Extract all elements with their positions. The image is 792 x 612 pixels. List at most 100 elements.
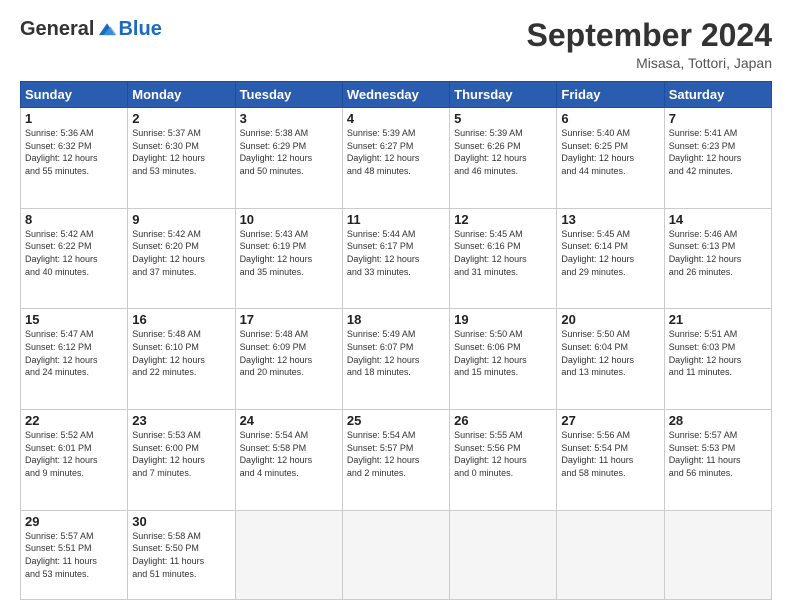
table-row: 25Sunrise: 5:54 AM Sunset: 5:57 PM Dayli…: [342, 410, 449, 511]
table-row: [664, 510, 771, 599]
table-row: 23Sunrise: 5:53 AM Sunset: 6:00 PM Dayli…: [128, 410, 235, 511]
day-number: 24: [240, 413, 338, 428]
day-info: Sunrise: 5:52 AM Sunset: 6:01 PM Dayligh…: [25, 429, 123, 479]
day-number: 26: [454, 413, 552, 428]
day-info: Sunrise: 5:40 AM Sunset: 6:25 PM Dayligh…: [561, 127, 659, 177]
table-row: 28Sunrise: 5:57 AM Sunset: 5:53 PM Dayli…: [664, 410, 771, 511]
table-row: 21Sunrise: 5:51 AM Sunset: 6:03 PM Dayli…: [664, 309, 771, 410]
day-info: Sunrise: 5:57 AM Sunset: 5:53 PM Dayligh…: [669, 429, 767, 479]
day-number: 4: [347, 111, 445, 126]
table-row: 14Sunrise: 5:46 AM Sunset: 6:13 PM Dayli…: [664, 208, 771, 309]
day-number: 30: [132, 514, 230, 529]
day-info: Sunrise: 5:38 AM Sunset: 6:29 PM Dayligh…: [240, 127, 338, 177]
calendar-header-row: Sunday Monday Tuesday Wednesday Thursday…: [21, 82, 772, 108]
table-row: 1Sunrise: 5:36 AM Sunset: 6:32 PM Daylig…: [21, 108, 128, 209]
day-info: Sunrise: 5:48 AM Sunset: 6:09 PM Dayligh…: [240, 328, 338, 378]
day-number: 13: [561, 212, 659, 227]
month-title: September 2024: [527, 18, 772, 53]
table-row: 2Sunrise: 5:37 AM Sunset: 6:30 PM Daylig…: [128, 108, 235, 209]
day-info: Sunrise: 5:43 AM Sunset: 6:19 PM Dayligh…: [240, 228, 338, 278]
logo-icon: [96, 19, 118, 41]
day-number: 27: [561, 413, 659, 428]
table-row: 26Sunrise: 5:55 AM Sunset: 5:56 PM Dayli…: [450, 410, 557, 511]
table-row: 11Sunrise: 5:44 AM Sunset: 6:17 PM Dayli…: [342, 208, 449, 309]
day-number: 16: [132, 312, 230, 327]
day-number: 23: [132, 413, 230, 428]
day-info: Sunrise: 5:41 AM Sunset: 6:23 PM Dayligh…: [669, 127, 767, 177]
day-info: Sunrise: 5:44 AM Sunset: 6:17 PM Dayligh…: [347, 228, 445, 278]
day-info: Sunrise: 5:58 AM Sunset: 5:50 PM Dayligh…: [132, 530, 230, 580]
day-number: 12: [454, 212, 552, 227]
day-info: Sunrise: 5:49 AM Sunset: 6:07 PM Dayligh…: [347, 328, 445, 378]
day-number: 17: [240, 312, 338, 327]
day-info: Sunrise: 5:45 AM Sunset: 6:14 PM Dayligh…: [561, 228, 659, 278]
logo: General Blue: [20, 18, 162, 41]
table-row: 15Sunrise: 5:47 AM Sunset: 6:12 PM Dayli…: [21, 309, 128, 410]
header: General Blue September 2024 Misasa, Tott…: [20, 18, 772, 71]
day-info: Sunrise: 5:54 AM Sunset: 5:57 PM Dayligh…: [347, 429, 445, 479]
table-row: 6Sunrise: 5:40 AM Sunset: 6:25 PM Daylig…: [557, 108, 664, 209]
table-row: 19Sunrise: 5:50 AM Sunset: 6:06 PM Dayli…: [450, 309, 557, 410]
table-row: 29Sunrise: 5:57 AM Sunset: 5:51 PM Dayli…: [21, 510, 128, 599]
col-monday: Monday: [128, 82, 235, 108]
day-info: Sunrise: 5:54 AM Sunset: 5:58 PM Dayligh…: [240, 429, 338, 479]
logo-general-text: General: [20, 18, 94, 41]
day-number: 22: [25, 413, 123, 428]
table-row: 4Sunrise: 5:39 AM Sunset: 6:27 PM Daylig…: [342, 108, 449, 209]
table-row: 30Sunrise: 5:58 AM Sunset: 5:50 PM Dayli…: [128, 510, 235, 599]
table-row: [557, 510, 664, 599]
table-row: 8Sunrise: 5:42 AM Sunset: 6:22 PM Daylig…: [21, 208, 128, 309]
table-row: 27Sunrise: 5:56 AM Sunset: 5:54 PM Dayli…: [557, 410, 664, 511]
day-number: 20: [561, 312, 659, 327]
table-row: [235, 510, 342, 599]
page: General Blue September 2024 Misasa, Tott…: [0, 0, 792, 612]
table-row: 3Sunrise: 5:38 AM Sunset: 6:29 PM Daylig…: [235, 108, 342, 209]
table-row: 10Sunrise: 5:43 AM Sunset: 6:19 PM Dayli…: [235, 208, 342, 309]
calendar-week-row: 8Sunrise: 5:42 AM Sunset: 6:22 PM Daylig…: [21, 208, 772, 309]
day-number: 1: [25, 111, 123, 126]
day-info: Sunrise: 5:45 AM Sunset: 6:16 PM Dayligh…: [454, 228, 552, 278]
day-number: 9: [132, 212, 230, 227]
table-row: 22Sunrise: 5:52 AM Sunset: 6:01 PM Dayli…: [21, 410, 128, 511]
table-row: 7Sunrise: 5:41 AM Sunset: 6:23 PM Daylig…: [664, 108, 771, 209]
table-row: 5Sunrise: 5:39 AM Sunset: 6:26 PM Daylig…: [450, 108, 557, 209]
day-info: Sunrise: 5:57 AM Sunset: 5:51 PM Dayligh…: [25, 530, 123, 580]
table-row: 24Sunrise: 5:54 AM Sunset: 5:58 PM Dayli…: [235, 410, 342, 511]
table-row: 9Sunrise: 5:42 AM Sunset: 6:20 PM Daylig…: [128, 208, 235, 309]
calendar-week-row: 1Sunrise: 5:36 AM Sunset: 6:32 PM Daylig…: [21, 108, 772, 209]
col-saturday: Saturday: [664, 82, 771, 108]
table-row: 16Sunrise: 5:48 AM Sunset: 6:10 PM Dayli…: [128, 309, 235, 410]
day-info: Sunrise: 5:39 AM Sunset: 6:26 PM Dayligh…: [454, 127, 552, 177]
day-number: 19: [454, 312, 552, 327]
calendar-week-row: 15Sunrise: 5:47 AM Sunset: 6:12 PM Dayli…: [21, 309, 772, 410]
title-block: September 2024 Misasa, Tottori, Japan: [527, 18, 772, 71]
table-row: 20Sunrise: 5:50 AM Sunset: 6:04 PM Dayli…: [557, 309, 664, 410]
day-number: 5: [454, 111, 552, 126]
day-info: Sunrise: 5:39 AM Sunset: 6:27 PM Dayligh…: [347, 127, 445, 177]
day-info: Sunrise: 5:51 AM Sunset: 6:03 PM Dayligh…: [669, 328, 767, 378]
calendar-table: Sunday Monday Tuesday Wednesday Thursday…: [20, 81, 772, 600]
col-sunday: Sunday: [21, 82, 128, 108]
day-number: 3: [240, 111, 338, 126]
day-number: 15: [25, 312, 123, 327]
day-info: Sunrise: 5:50 AM Sunset: 6:04 PM Dayligh…: [561, 328, 659, 378]
col-wednesday: Wednesday: [342, 82, 449, 108]
calendar-week-row: 22Sunrise: 5:52 AM Sunset: 6:01 PM Dayli…: [21, 410, 772, 511]
day-number: 25: [347, 413, 445, 428]
day-number: 6: [561, 111, 659, 126]
col-friday: Friday: [557, 82, 664, 108]
day-info: Sunrise: 5:47 AM Sunset: 6:12 PM Dayligh…: [25, 328, 123, 378]
table-row: [342, 510, 449, 599]
day-info: Sunrise: 5:50 AM Sunset: 6:06 PM Dayligh…: [454, 328, 552, 378]
day-number: 28: [669, 413, 767, 428]
day-info: Sunrise: 5:46 AM Sunset: 6:13 PM Dayligh…: [669, 228, 767, 278]
logo-blue-text: Blue: [118, 18, 161, 41]
day-number: 2: [132, 111, 230, 126]
location: Misasa, Tottori, Japan: [527, 55, 772, 71]
day-number: 11: [347, 212, 445, 227]
day-info: Sunrise: 5:48 AM Sunset: 6:10 PM Dayligh…: [132, 328, 230, 378]
day-info: Sunrise: 5:42 AM Sunset: 6:22 PM Dayligh…: [25, 228, 123, 278]
day-info: Sunrise: 5:36 AM Sunset: 6:32 PM Dayligh…: [25, 127, 123, 177]
col-tuesday: Tuesday: [235, 82, 342, 108]
day-info: Sunrise: 5:42 AM Sunset: 6:20 PM Dayligh…: [132, 228, 230, 278]
